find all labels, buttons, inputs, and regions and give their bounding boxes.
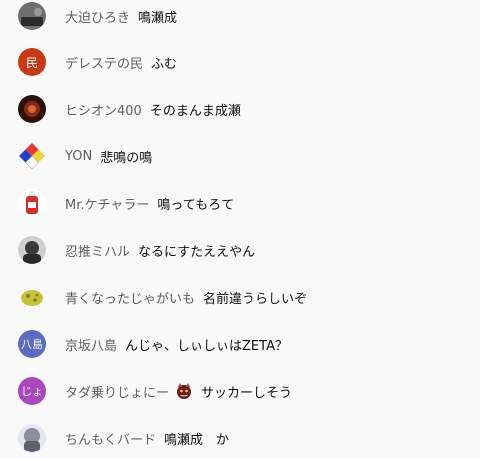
- avatar[interactable]: [18, 95, 46, 123]
- message-text: 名前違うらしいぞ: [203, 291, 308, 307]
- message-text: 鳴瀬成 か: [164, 432, 230, 448]
- avatar[interactable]: [18, 142, 46, 170]
- avatar-initials: 八島: [21, 338, 43, 351]
- avatar[interactable]: [18, 283, 46, 311]
- message-text: ふむ: [151, 56, 178, 72]
- message-text: んじゃ、しぃしぃはZETA？: [125, 338, 288, 354]
- avatar[interactable]: 八島: [18, 330, 46, 358]
- chat-message: 大迫ひろき 鳴瀬成: [0, 0, 480, 36]
- author-name[interactable]: デレステの民: [65, 53, 143, 72]
- message-text: そのまんま成瀬: [149, 103, 241, 119]
- author-name[interactable]: ヒシオン400: [65, 100, 142, 119]
- user-photo-icon: [18, 424, 46, 452]
- author-name[interactable]: ちんもくバード: [65, 429, 156, 448]
- chat-message: ヒシオン400 そのまんま成瀬: [0, 89, 480, 129]
- avatar[interactable]: 民: [18, 48, 46, 76]
- avatar-initials: 民: [25, 55, 38, 70]
- author-name[interactable]: Mr.ケチャラー: [65, 194, 149, 213]
- avatar-initials: じょ: [21, 385, 43, 398]
- message-text: サッカーしそう: [201, 385, 293, 401]
- chat-message: Mr.ケチャラー 鳴ってもろて: [0, 183, 480, 223]
- chat-message: ちんもくバード 鳴瀬成 か: [0, 418, 480, 458]
- author-name[interactable]: 大迫ひろき: [65, 7, 130, 26]
- chat-message: 忍推ミハル なるにすたええやん: [0, 230, 480, 270]
- avatar[interactable]: [18, 236, 46, 264]
- chat-message: 民 デレステの民 ふむ: [0, 42, 480, 82]
- chat-message: 青くなったじゃがいも 名前違うらしいぞ: [0, 277, 480, 317]
- author-name[interactable]: YON: [65, 149, 92, 164]
- avatar[interactable]: じょ: [18, 377, 46, 405]
- ketchup-bottle-icon: [18, 189, 46, 217]
- user-photo-icon: [18, 236, 46, 264]
- demon-emoji-icon: [175, 382, 193, 400]
- message-text: 鳴瀬成: [138, 10, 178, 26]
- user-photo-icon: [18, 2, 46, 30]
- avatar[interactable]: [18, 2, 46, 30]
- chat-message: 八島 京坂八島 んじゃ、しぃしぃはZETA？: [0, 324, 480, 364]
- potato-icon: [21, 290, 43, 306]
- author-name[interactable]: 忍推ミハル: [65, 241, 130, 260]
- live-chat-list: 大迫ひろき 鳴瀬成 民 デレステの民 ふむ ヒシオン400 そのまんま成瀬 YO…: [0, 0, 480, 458]
- author-name[interactable]: タダ乗りじょにー: [65, 382, 169, 401]
- message-text: なるにすたええやん: [138, 244, 256, 260]
- author-name[interactable]: 青くなったじゃがいも: [65, 288, 195, 307]
- author-name[interactable]: 京坂八島: [65, 335, 117, 354]
- avatar[interactable]: [18, 189, 46, 217]
- chat-message: YON 悲鳴の鳴: [0, 136, 480, 176]
- avatar[interactable]: [18, 424, 46, 452]
- chat-message: じょ タダ乗りじょにー サッカーしそう: [0, 371, 480, 411]
- message-text: 悲鳴の鳴: [100, 150, 153, 166]
- hazard-diamond-icon: [19, 143, 45, 170]
- user-photo-icon: [18, 95, 46, 123]
- message-text: 鳴ってもろて: [157, 197, 235, 213]
